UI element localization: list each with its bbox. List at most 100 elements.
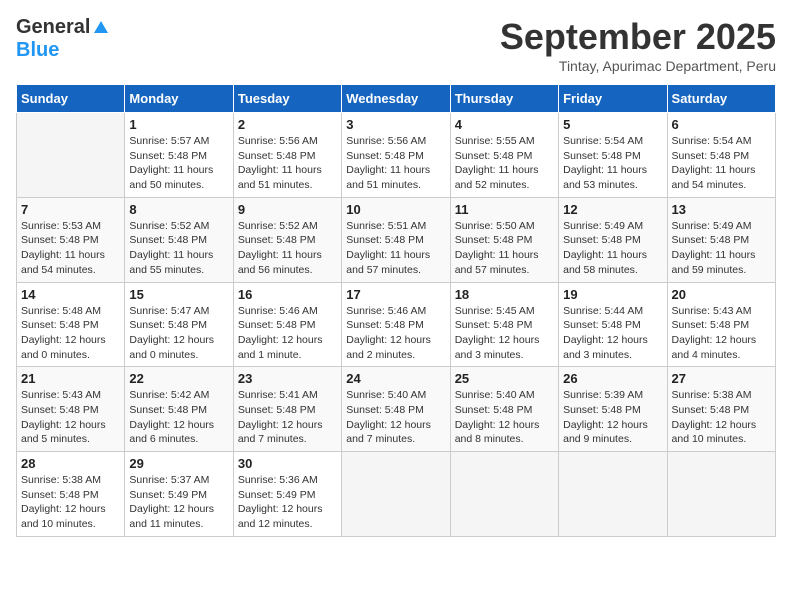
day-info: Sunrise: 5:48 AM Sunset: 5:48 PM Dayligh…	[21, 304, 120, 363]
day-info: Sunrise: 5:46 AM Sunset: 5:48 PM Dayligh…	[346, 304, 445, 363]
day-number: 4	[455, 117, 554, 132]
day-info: Sunrise: 5:54 AM Sunset: 5:48 PM Dayligh…	[563, 134, 662, 193]
week-row-1: 1 Sunrise: 5:57 AM Sunset: 5:48 PM Daylig…	[17, 113, 776, 198]
calendar-cell: 15 Sunrise: 5:47 AM Sunset: 5:48 PM Dayli…	[125, 282, 233, 367]
day-info: Sunrise: 5:40 AM Sunset: 5:48 PM Dayligh…	[455, 388, 554, 447]
calendar-cell	[450, 452, 558, 537]
day-info: Sunrise: 5:56 AM Sunset: 5:48 PM Dayligh…	[238, 134, 337, 193]
day-number: 13	[672, 202, 771, 217]
calendar-cell: 1 Sunrise: 5:57 AM Sunset: 5:48 PM Daylig…	[125, 113, 233, 198]
week-row-5: 28 Sunrise: 5:38 AM Sunset: 5:48 PM Dayli…	[17, 452, 776, 537]
calendar-cell: 27Sunrise: 5:38 AM Sunset: 5:48 PM Dayli…	[667, 367, 775, 452]
calendar-cell: 14 Sunrise: 5:48 AM Sunset: 5:48 PM Dayli…	[17, 282, 125, 367]
day-info: Sunrise: 5:36 AM Sunset: 5:49 PM Dayligh…	[238, 473, 337, 532]
calendar-cell: 12 Sunrise: 5:49 AM Sunset: 5:48 PM Dayli…	[559, 197, 667, 282]
header: General Blue September 2025 Tintay, Apur…	[16, 16, 776, 74]
calendar-cell: 23Sunrise: 5:41 AM Sunset: 5:48 PM Dayli…	[233, 367, 341, 452]
month-title: September 2025	[500, 16, 776, 58]
day-info: Sunrise: 5:53 AM Sunset: 5:48 PM Dayligh…	[21, 219, 120, 278]
day-info: Sunrise: 5:38 AM Sunset: 5:48 PM Dayligh…	[21, 473, 120, 532]
calendar-cell: 3 Sunrise: 5:56 AM Sunset: 5:48 PM Daylig…	[342, 113, 450, 198]
calendar-body: 1 Sunrise: 5:57 AM Sunset: 5:48 PM Daylig…	[17, 113, 776, 537]
calendar-cell	[667, 452, 775, 537]
logo-blue-text: Blue	[16, 39, 59, 62]
calendar-cell	[342, 452, 450, 537]
day-info: Sunrise: 5:49 AM Sunset: 5:48 PM Dayligh…	[563, 219, 662, 278]
day-info: Sunrise: 5:37 AM Sunset: 5:49 PM Dayligh…	[129, 473, 228, 532]
logo: General Blue	[16, 16, 110, 62]
day-info: Sunrise: 5:43 AM Sunset: 5:48 PM Dayligh…	[672, 304, 771, 363]
day-info: Sunrise: 5:40 AM Sunset: 5:48 PM Dayligh…	[346, 388, 445, 447]
day-number: 25	[455, 371, 554, 386]
day-number: 21	[21, 371, 120, 386]
calendar-cell: 29 Sunrise: 5:37 AM Sunset: 5:49 PM Dayli…	[125, 452, 233, 537]
day-info: Sunrise: 5:56 AM Sunset: 5:48 PM Dayligh…	[346, 134, 445, 193]
day-info: Sunrise: 5:51 AM Sunset: 5:48 PM Dayligh…	[346, 219, 445, 278]
day-number: 12	[563, 202, 662, 217]
day-number: 14	[21, 287, 120, 302]
calendar-cell: 22 Sunrise: 5:42 AM Sunset: 5:48 PM Dayli…	[125, 367, 233, 452]
week-row-2: 7Sunrise: 5:53 AM Sunset: 5:48 PM Daylig…	[17, 197, 776, 282]
calendar-cell: 5Sunrise: 5:54 AM Sunset: 5:48 PM Daylig…	[559, 113, 667, 198]
day-info: Sunrise: 5:57 AM Sunset: 5:48 PM Dayligh…	[129, 134, 228, 193]
day-number: 30	[238, 456, 337, 471]
calendar-cell: 24 Sunrise: 5:40 AM Sunset: 5:48 PM Dayli…	[342, 367, 450, 452]
day-number: 29	[129, 456, 228, 471]
day-number: 10	[346, 202, 445, 217]
day-info: Sunrise: 5:41 AM Sunset: 5:48 PM Dayligh…	[238, 388, 337, 447]
calendar: SundayMondayTuesdayWednesdayThursdayFrid…	[16, 84, 776, 537]
day-info: Sunrise: 5:52 AM Sunset: 5:48 PM Dayligh…	[238, 219, 337, 278]
weekday-header-row: SundayMondayTuesdayWednesdayThursdayFrid…	[17, 85, 776, 113]
location-title: Tintay, Apurimac Department, Peru	[500, 58, 776, 74]
calendar-cell: 9 Sunrise: 5:52 AM Sunset: 5:48 PM Daylig…	[233, 197, 341, 282]
calendar-cell: 13 Sunrise: 5:49 AM Sunset: 5:48 PM Dayli…	[667, 197, 775, 282]
day-number: 3	[346, 117, 445, 132]
title-area: September 2025 Tintay, Apurimac Departme…	[500, 16, 776, 74]
day-number: 1	[129, 117, 228, 132]
calendar-cell: 19Sunrise: 5:44 AM Sunset: 5:48 PM Dayli…	[559, 282, 667, 367]
day-info: Sunrise: 5:54 AM Sunset: 5:48 PM Dayligh…	[672, 134, 771, 193]
day-number: 8	[129, 202, 228, 217]
day-info: Sunrise: 5:43 AM Sunset: 5:48 PM Dayligh…	[21, 388, 120, 447]
weekday-header-sunday: Sunday	[17, 85, 125, 113]
calendar-cell: 11Sunrise: 5:50 AM Sunset: 5:48 PM Dayli…	[450, 197, 558, 282]
day-info: Sunrise: 5:47 AM Sunset: 5:48 PM Dayligh…	[129, 304, 228, 363]
calendar-cell: 16 Sunrise: 5:46 AM Sunset: 5:48 PM Dayli…	[233, 282, 341, 367]
calendar-cell: 26Sunrise: 5:39 AM Sunset: 5:48 PM Dayli…	[559, 367, 667, 452]
logo-icon	[92, 19, 110, 37]
day-number: 18	[455, 287, 554, 302]
calendar-cell: 7Sunrise: 5:53 AM Sunset: 5:48 PM Daylig…	[17, 197, 125, 282]
calendar-cell: 17 Sunrise: 5:46 AM Sunset: 5:48 PM Dayli…	[342, 282, 450, 367]
calendar-cell: 10 Sunrise: 5:51 AM Sunset: 5:48 PM Dayli…	[342, 197, 450, 282]
day-number: 24	[346, 371, 445, 386]
day-info: Sunrise: 5:49 AM Sunset: 5:48 PM Dayligh…	[672, 219, 771, 278]
day-info: Sunrise: 5:46 AM Sunset: 5:48 PM Dayligh…	[238, 304, 337, 363]
day-number: 15	[129, 287, 228, 302]
day-info: Sunrise: 5:39 AM Sunset: 5:48 PM Dayligh…	[563, 388, 662, 447]
weekday-header-friday: Friday	[559, 85, 667, 113]
day-number: 22	[129, 371, 228, 386]
day-number: 17	[346, 287, 445, 302]
calendar-cell: 30 Sunrise: 5:36 AM Sunset: 5:49 PM Dayli…	[233, 452, 341, 537]
calendar-cell: 21 Sunrise: 5:43 AM Sunset: 5:48 PM Dayli…	[17, 367, 125, 452]
day-info: Sunrise: 5:55 AM Sunset: 5:48 PM Dayligh…	[455, 134, 554, 193]
calendar-cell: 2 Sunrise: 5:56 AM Sunset: 5:48 PM Daylig…	[233, 113, 341, 198]
day-info: Sunrise: 5:45 AM Sunset: 5:48 PM Dayligh…	[455, 304, 554, 363]
calendar-cell: 20 Sunrise: 5:43 AM Sunset: 5:48 PM Dayli…	[667, 282, 775, 367]
logo-general-text: General	[16, 16, 90, 39]
calendar-cell	[559, 452, 667, 537]
day-info: Sunrise: 5:50 AM Sunset: 5:48 PM Dayligh…	[455, 219, 554, 278]
day-number: 28	[21, 456, 120, 471]
day-info: Sunrise: 5:44 AM Sunset: 5:48 PM Dayligh…	[563, 304, 662, 363]
day-number: 2	[238, 117, 337, 132]
day-number: 16	[238, 287, 337, 302]
day-number: 20	[672, 287, 771, 302]
week-row-3: 14 Sunrise: 5:48 AM Sunset: 5:48 PM Dayli…	[17, 282, 776, 367]
day-info: Sunrise: 5:38 AM Sunset: 5:48 PM Dayligh…	[672, 388, 771, 447]
calendar-cell	[17, 113, 125, 198]
calendar-cell: 8Sunrise: 5:52 AM Sunset: 5:48 PM Daylig…	[125, 197, 233, 282]
calendar-cell: 25 Sunrise: 5:40 AM Sunset: 5:48 PM Dayli…	[450, 367, 558, 452]
day-number: 9	[238, 202, 337, 217]
weekday-header-tuesday: Tuesday	[233, 85, 341, 113]
day-info: Sunrise: 5:42 AM Sunset: 5:48 PM Dayligh…	[129, 388, 228, 447]
